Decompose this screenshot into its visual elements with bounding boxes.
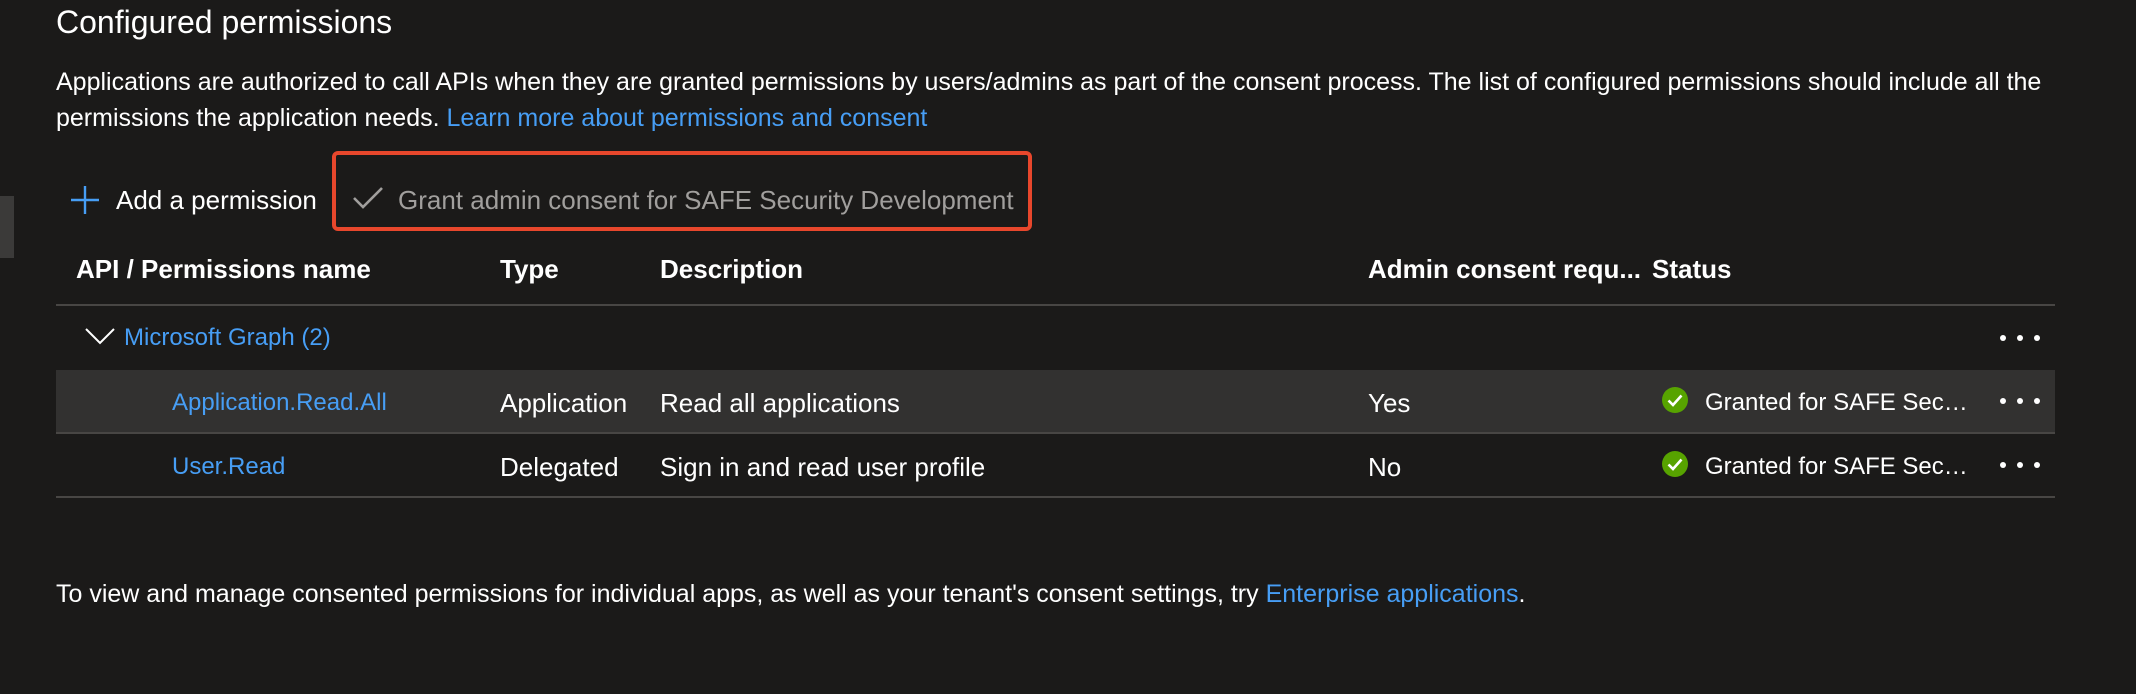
checkmark-icon xyxy=(352,185,384,216)
permission-name-link[interactable]: User.Read xyxy=(172,453,285,481)
permission-type: Application xyxy=(500,388,628,418)
footer-text: To view and manage consented permissions… xyxy=(56,580,1259,608)
footer-note: To view and manage consented permissions… xyxy=(56,580,1525,609)
column-header-status[interactable]: Status xyxy=(1652,254,1731,285)
permission-description: Sign in and read user profile xyxy=(660,452,986,482)
status-text: Granted for SAFE Security Development xyxy=(1705,452,1973,480)
status-text: Granted for SAFE Security Development xyxy=(1705,388,1973,416)
admin-consent-value: No xyxy=(1368,452,1402,482)
group-label[interactable]: Microsoft Graph (2) xyxy=(124,324,331,352)
status-cell: Granted for SAFE Security Development xyxy=(1661,450,1973,483)
table-bottom-divider xyxy=(56,496,2055,498)
permission-name-link[interactable]: Application.Read.All xyxy=(172,389,387,417)
page-title: Configured permissions xyxy=(56,4,393,40)
admin-consent-value: Yes xyxy=(1368,388,1411,418)
check-circle-icon xyxy=(1661,450,1689,483)
footer-trailing: . xyxy=(1518,580,1526,608)
more-options-icon[interactable] xyxy=(2000,391,2040,411)
column-header-type[interactable]: Type xyxy=(500,254,559,285)
enterprise-applications-link[interactable]: Enterprise applications xyxy=(1266,580,1519,608)
more-options-icon[interactable] xyxy=(2000,328,2040,348)
more-options-icon[interactable] xyxy=(2000,455,2040,475)
group-row-microsoft-graph[interactable]: Microsoft Graph (2) xyxy=(56,306,2055,370)
check-circle-icon xyxy=(1661,386,1689,419)
permission-type: Delegated xyxy=(500,452,619,482)
chevron-down-icon[interactable] xyxy=(84,326,116,351)
column-header-admin-consent[interactable]: Admin consent requ... xyxy=(1368,254,1641,285)
column-header-api-name[interactable]: API / Permissions name xyxy=(76,254,371,285)
status-cell: Granted for SAFE Security Development xyxy=(1661,386,1973,419)
scrollbar-thumb[interactable] xyxy=(0,196,14,258)
column-header-description[interactable]: Description xyxy=(660,254,803,285)
grant-admin-consent-button[interactable]: Grant admin consent for SAFE Security De… xyxy=(352,178,1014,222)
table-row[interactable]: User.Read Delegated Sign in and read use… xyxy=(56,434,2055,496)
permission-description: Read all applications xyxy=(660,388,900,418)
description-text: Applications are authorized to call APIs… xyxy=(56,68,2042,132)
table-row[interactable]: Application.Read.All Application Read al… xyxy=(56,370,2055,432)
add-permission-label: Add a permission xyxy=(116,184,317,215)
plus-icon xyxy=(70,185,100,215)
grant-admin-consent-label: Grant admin consent for SAFE Security De… xyxy=(398,184,1014,215)
section-description: Applications are authorized to call APIs… xyxy=(56,64,2086,136)
learn-more-link[interactable]: Learn more about permissions and consent xyxy=(447,104,928,132)
add-permission-button[interactable]: Add a permission xyxy=(70,178,317,222)
